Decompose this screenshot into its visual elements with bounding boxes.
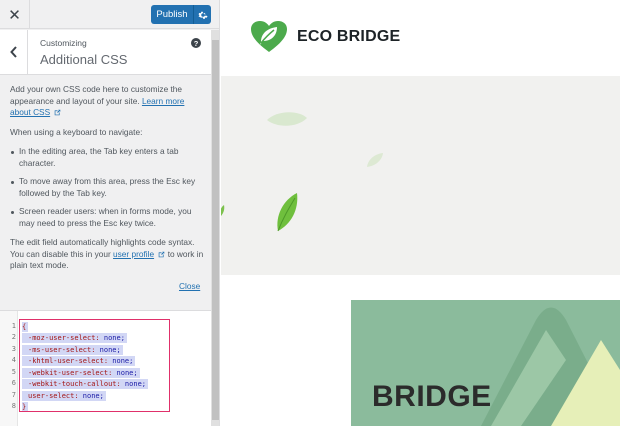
line-number: 8 bbox=[11, 402, 16, 410]
chevron-left-icon bbox=[9, 46, 17, 58]
site-preview: ECO BRIDGE BRIDGE bbox=[221, 0, 620, 426]
publish-label: Publish bbox=[156, 9, 188, 20]
keyboard-heading: When using a keyboard to navigate: bbox=[10, 126, 143, 137]
syntax-paragraph: The edit field automatically highlights … bbox=[10, 237, 205, 272]
site-header: ECO BRIDGE bbox=[221, 0, 620, 76]
line-number: 4 bbox=[11, 356, 16, 364]
site-logo-text[interactable]: ECO BRIDGE bbox=[297, 28, 400, 46]
keyboard-tips-list: In the editing area, the Tab key enters … bbox=[10, 146, 205, 229]
leaf-decoration-icon bbox=[221, 205, 225, 216]
leaf-decoration-icon bbox=[367, 153, 383, 167]
line-number-gutter: 1 2 3 4 5 6 7 8 bbox=[0, 311, 18, 426]
gear-icon[interactable] bbox=[193, 5, 211, 24]
line-number: 2 bbox=[11, 333, 16, 341]
line-number: 3 bbox=[11, 345, 16, 353]
help-icon[interactable]: ? bbox=[191, 38, 201, 48]
section-header: Customizing Additional CSS ? bbox=[0, 30, 211, 75]
hero-section bbox=[221, 76, 620, 275]
promo-title: BRIDGE bbox=[372, 380, 492, 413]
css-description: Add your own CSS code here to customize … bbox=[10, 84, 205, 280]
annotation-highlight-box bbox=[19, 319, 170, 412]
back-button[interactable] bbox=[0, 30, 28, 74]
user-profile-link[interactable]: user profile bbox=[113, 249, 154, 259]
line-number: 6 bbox=[11, 379, 16, 387]
customizer-sidebar: ✕ Publish Customizing Additional CSS ? A… bbox=[0, 0, 220, 426]
close-customizer-button[interactable]: ✕ bbox=[0, 0, 30, 29]
list-item: Screen reader users: when in forms mode,… bbox=[10, 206, 205, 229]
list-item: To move away from this area, press the E… bbox=[10, 176, 205, 199]
external-link-icon bbox=[159, 251, 165, 258]
list-item: In the editing area, the Tab key enters … bbox=[10, 146, 205, 169]
leaf-decoration-icon bbox=[267, 112, 307, 126]
close-icon: ✕ bbox=[8, 6, 21, 24]
line-number: 1 bbox=[11, 322, 16, 330]
line-number: 5 bbox=[11, 368, 16, 376]
leaf-decoration-icon bbox=[277, 193, 298, 232]
external-link-icon bbox=[55, 110, 61, 116]
breadcrumb: Customizing bbox=[40, 38, 87, 48]
leaf-heart-logo-icon[interactable] bbox=[249, 20, 289, 59]
scrollbar-thumb[interactable] bbox=[212, 40, 219, 420]
close-help-link[interactable]: Close bbox=[179, 281, 200, 291]
publish-button[interactable]: Publish bbox=[151, 5, 211, 24]
section-title: Additional CSS bbox=[40, 52, 128, 67]
line-number: 7 bbox=[11, 391, 16, 399]
customizer-topbar: ✕ Publish bbox=[0, 0, 219, 29]
intro-paragraph: Add your own CSS code here to customize … bbox=[10, 84, 205, 119]
sidebar-scrollbar[interactable] bbox=[211, 30, 219, 426]
